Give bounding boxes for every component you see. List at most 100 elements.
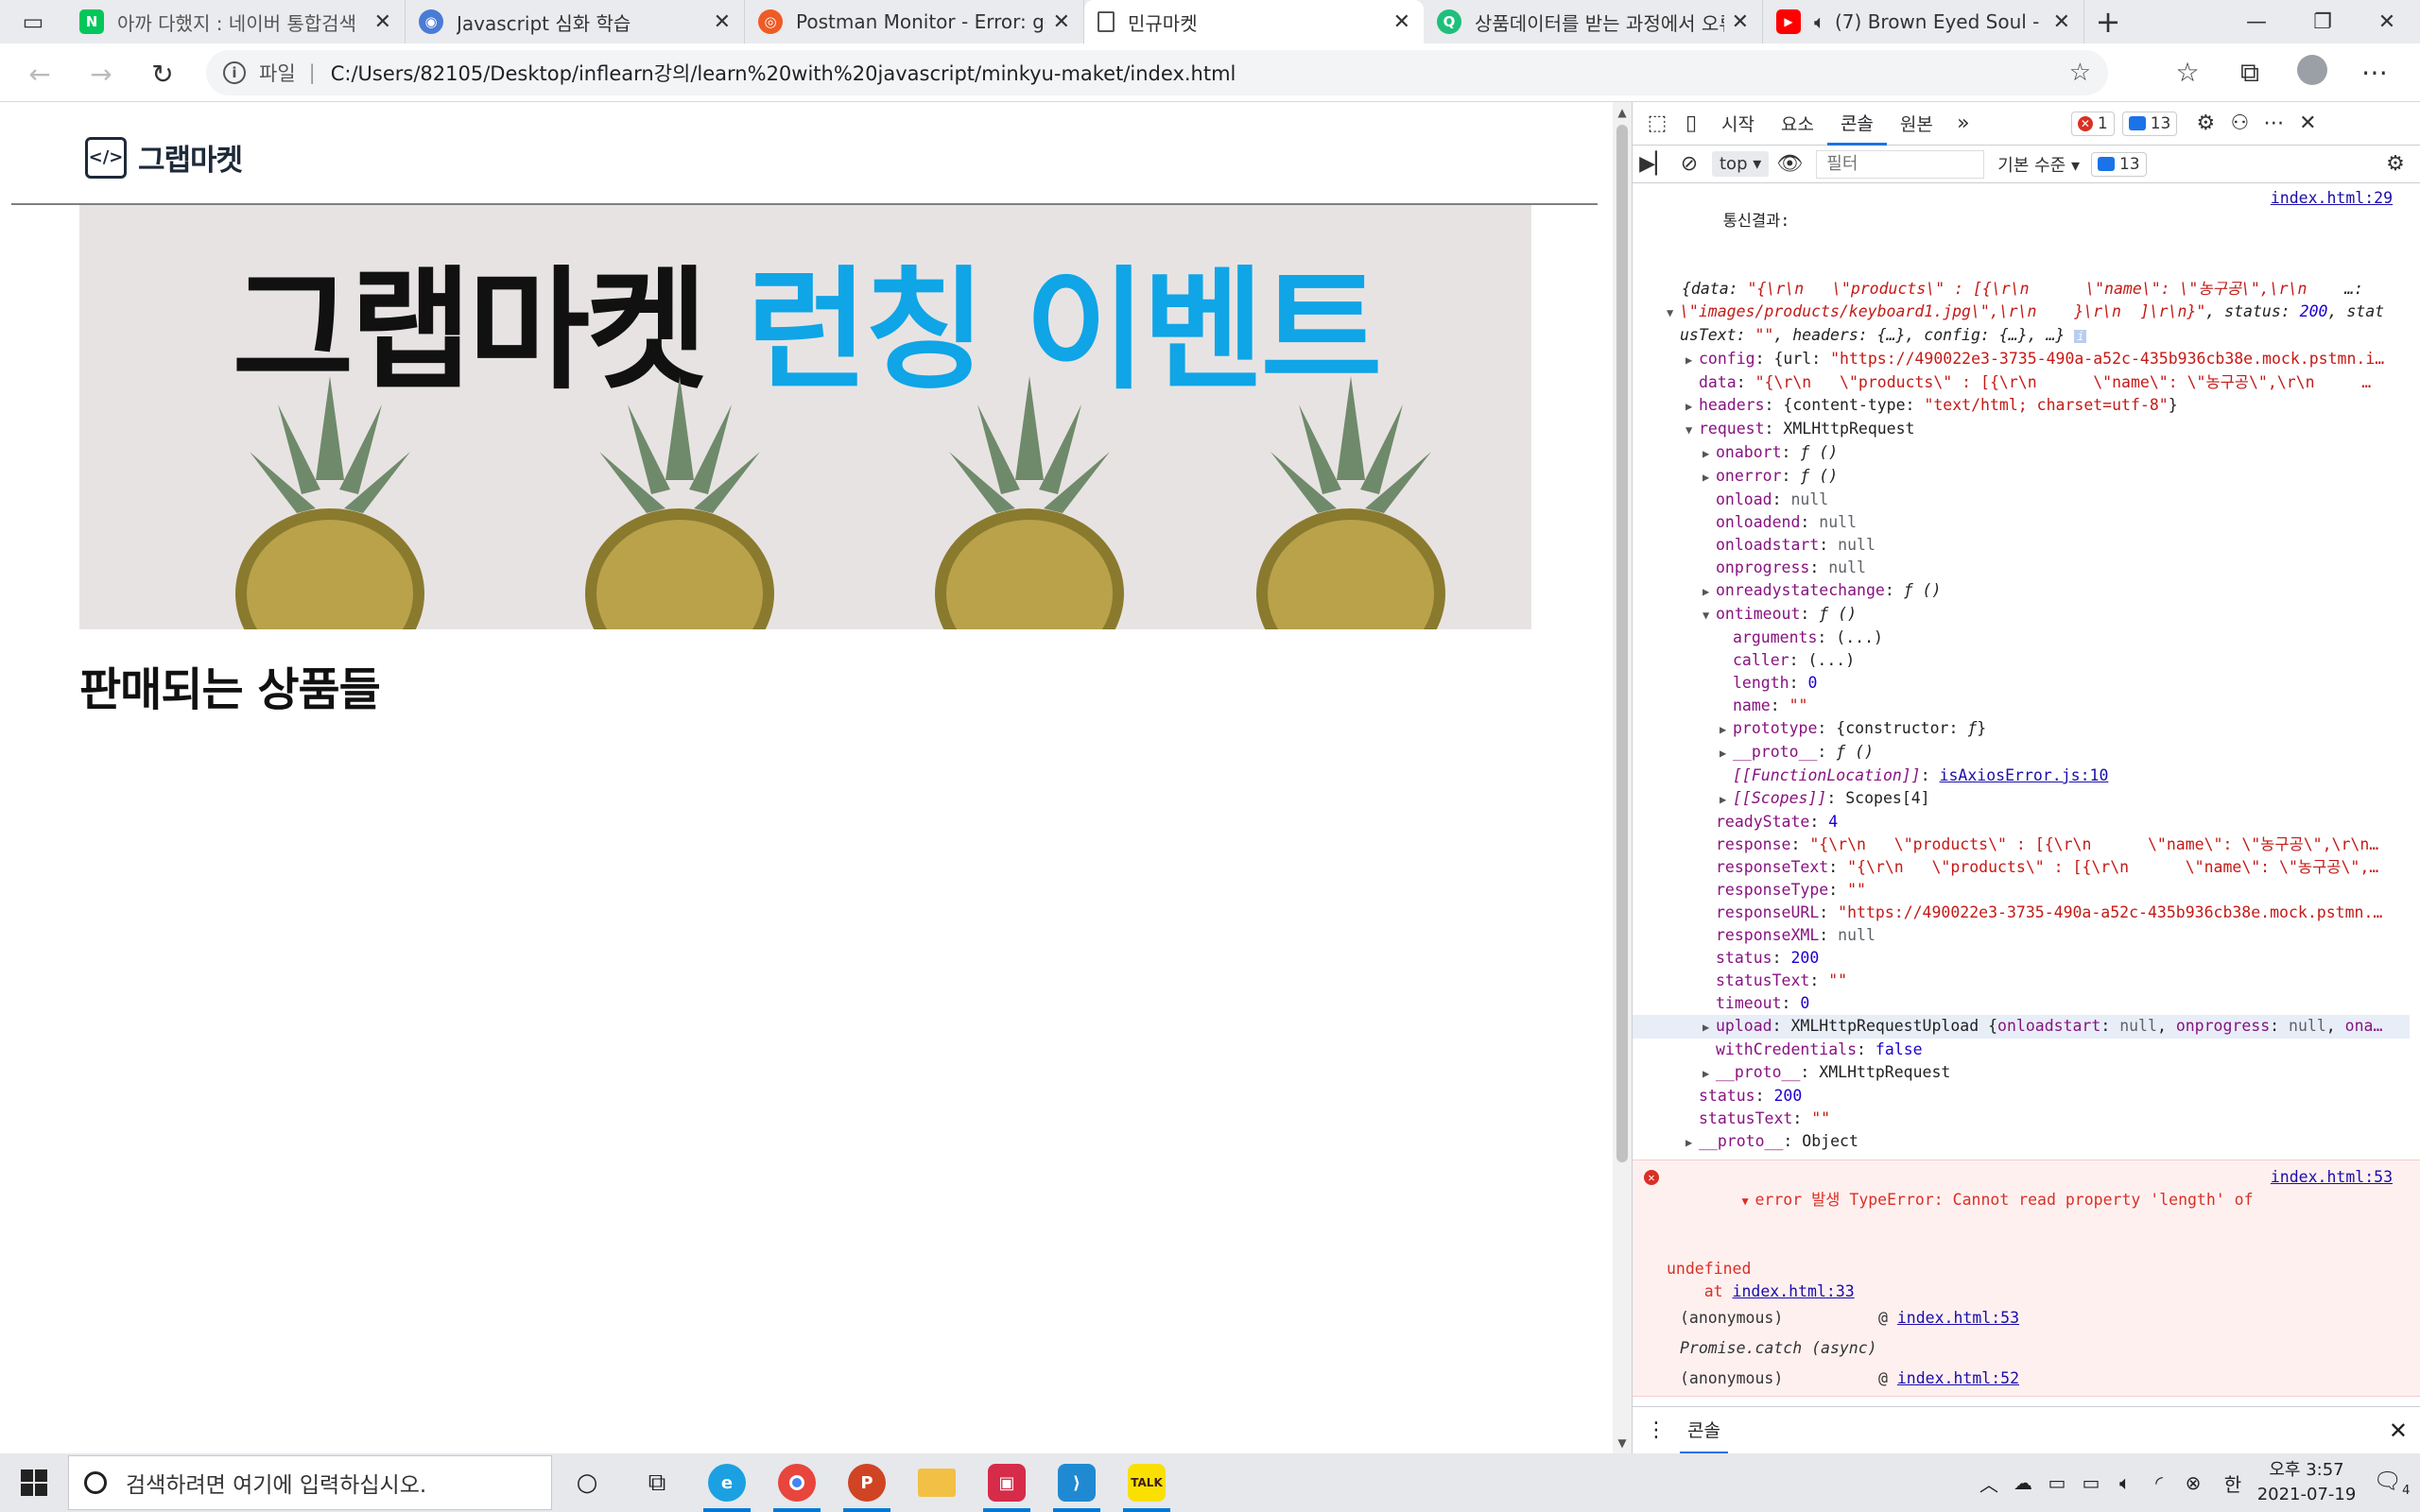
inspect-icon[interactable]: ⬚ xyxy=(1640,112,1674,135)
tab-naver[interactable]: N 아까 다했지 : 네이버 통합검색 ✕ xyxy=(66,0,406,43)
address-url[interactable]: C:/Users/82105/Desktop/inflearn강의/learn%… xyxy=(331,59,2069,87)
close-devtools-icon[interactable]: ✕ xyxy=(2290,112,2325,135)
add-favorite-icon[interactable]: ☆ xyxy=(2069,59,2091,87)
close-window-button[interactable]: ✕ xyxy=(2354,0,2420,43)
task-view-button[interactable]: ⧉ xyxy=(622,1453,692,1512)
sidebar-toggle-icon[interactable]: ▶▏ xyxy=(1638,152,1672,176)
vscode-taskbar-icon[interactable]: ⟩ xyxy=(1042,1453,1112,1512)
chrome-taskbar-icon[interactable] xyxy=(762,1453,832,1512)
restore-button[interactable]: ❐ xyxy=(2290,0,2356,43)
start-button[interactable] xyxy=(0,1453,68,1512)
taskbar-search[interactable]: 검색하려면 여기에 입력하십시오. xyxy=(68,1455,552,1510)
scroll-up-icon[interactable]: ▲ xyxy=(1613,106,1632,119)
volume-icon[interactable]: 🔈︎ xyxy=(2108,1471,2142,1494)
prop-headers[interactable]: ▶ headers: {content-type: "text/html; cha… xyxy=(1633,394,2420,418)
prop-scopes[interactable]: ▶ [[Scopes]]: Scopes[4] xyxy=(1633,787,2420,811)
source-link[interactable]: index.html:29 xyxy=(2271,187,2393,210)
info-icon[interactable]: i xyxy=(223,61,246,84)
console-settings-icon[interactable]: ⚙ xyxy=(2378,152,2412,176)
more-options-icon[interactable]: ⋯ xyxy=(2256,112,2290,135)
device-toolbar-icon[interactable]: ▯ xyxy=(1674,112,1708,135)
more-tabs-icon[interactable]: » xyxy=(1946,112,1980,135)
prop-prototype[interactable]: ▶ prototype: {constructor: ƒ} xyxy=(1633,717,2420,741)
close-icon[interactable]: ✕ xyxy=(714,10,731,34)
clear-console-icon[interactable]: ⊘ xyxy=(1672,152,1706,176)
prop-request[interactable]: ▼ request: XMLHttpRequest xyxy=(1633,418,2420,441)
ime-indicator[interactable]: 한 xyxy=(2216,1469,2250,1497)
tab-elements[interactable]: 요소 xyxy=(1768,102,1827,146)
scrollbar-thumb[interactable] xyxy=(1616,125,1628,1162)
mute-icon[interactable]: ⊗ xyxy=(2176,1471,2210,1494)
tab-inflearn-question[interactable]: Q 상품데이터를 받는 과정에서 오류 ✕ xyxy=(1424,0,1763,43)
feedback-icon[interactable]: ⚇ xyxy=(2222,112,2256,135)
prop-arguments[interactable]: arguments: (...) xyxy=(1633,627,2420,649)
message-count-badge[interactable]: 13 xyxy=(2121,111,2178,136)
prop-responsetext[interactable]: responseText: "{\r\n \"products\" : [{\r… xyxy=(1633,856,2420,879)
prop-proto-xhr[interactable]: ▶ __proto__: XMLHttpRequest xyxy=(1633,1061,2420,1085)
close-icon[interactable]: ✕ xyxy=(1393,10,1410,34)
site-logo[interactable]: </> 그랩마켓 xyxy=(85,136,243,179)
show-hidden-icons-icon[interactable]: ︿ xyxy=(1972,1469,2006,1497)
log-levels-dropdown[interactable]: 기본 수준 ▾ xyxy=(1997,152,2080,177)
close-icon[interactable]: ✕ xyxy=(1053,10,1070,34)
filter-input[interactable] xyxy=(1816,149,1985,179)
notification-center-button[interactable]: 🗨︎4 xyxy=(2363,1468,2420,1498)
edge-taskbar-icon[interactable]: e xyxy=(692,1453,762,1512)
prop-data[interactable]: data: "{\r\n \"products\" : [{\r\n \"nam… xyxy=(1633,371,2420,394)
stack-link[interactable]: index.html:53 xyxy=(1897,1309,2019,1327)
close-icon[interactable]: ✕ xyxy=(1732,10,1749,34)
close-icon[interactable]: ✕ xyxy=(374,10,391,34)
close-icon[interactable]: ✕ xyxy=(2053,10,2070,34)
prop-responseurl[interactable]: responseURL: "https://490022e3-3735-490a… xyxy=(1633,902,2420,924)
scroll-down-icon[interactable]: ▼ xyxy=(1613,1436,1632,1450)
tab-postman[interactable]: ◎ Postman Monitor - Error: getaddrinfo ✕ xyxy=(745,0,1084,43)
file-explorer-taskbar-icon[interactable] xyxy=(902,1453,972,1512)
tab-minkyu-market[interactable]: 민규마켓 ✕ xyxy=(1084,0,1424,43)
page-scrollbar[interactable]: ▲ ▼ xyxy=(1613,102,1632,1453)
context-selector[interactable]: top ▾ xyxy=(1712,151,1770,177)
cortana-button[interactable]: ○ xyxy=(552,1453,622,1512)
prop-response[interactable]: response: "{\r\n \"products\" : [{\r\n \… xyxy=(1633,833,2420,856)
stack-link[interactable]: index.html:52 xyxy=(1897,1369,2019,1387)
tab-javascript[interactable]: ◉ Javascript 심화 학습 ✕ xyxy=(406,0,745,43)
drawer-tab-console[interactable]: 콘솔 xyxy=(1680,1407,1728,1454)
clock[interactable]: 오후 3:57 2021-07-19 xyxy=(2250,1458,2363,1507)
onedrive-icon[interactable]: ☁ xyxy=(2006,1471,2040,1494)
back-button[interactable]: ← xyxy=(19,53,60,94)
function-location-link[interactable]: isAxiosError.js:10 xyxy=(1940,766,2109,784)
refresh-button[interactable]: ↻ xyxy=(142,53,183,94)
favorites-icon[interactable]: ☆ xyxy=(2169,57,2206,88)
error-at-link[interactable]: index.html:33 xyxy=(1733,1282,1855,1300)
tab-youtube[interactable]: ▶ 🔈︎ (7) Brown Eyed Soul - My Story ✕ xyxy=(1763,0,2084,43)
forward-button[interactable]: → xyxy=(80,53,122,94)
console-error-message[interactable]: ✕ ▼ error 발생 TypeError: Cannot read proper… xyxy=(1633,1160,2420,1397)
eye-icon[interactable]: 👁︎ xyxy=(1772,152,1806,176)
drawer-menu-icon[interactable]: ⋮ xyxy=(1633,1418,1680,1442)
source-link[interactable]: index.html:53 xyxy=(2271,1166,2393,1189)
network-icon[interactable]: ◜ xyxy=(2142,1471,2176,1494)
speaker-icon[interactable]: 🔈︎ xyxy=(1814,10,1825,33)
kakaotalk-taskbar-icon[interactable]: TALK xyxy=(1112,1453,1182,1512)
powerpoint-taskbar-icon[interactable]: P xyxy=(832,1453,902,1512)
tab-sources[interactable]: 원본 xyxy=(1887,102,1946,146)
collections-icon[interactable]: ⧉ xyxy=(2231,57,2269,89)
tab-welcome[interactable]: 시작 xyxy=(1708,102,1768,146)
prop-proto-object[interactable]: ▶ __proto__: Object xyxy=(1633,1130,2420,1154)
issues-badge[interactable]: 13 xyxy=(2090,151,2147,177)
profile-avatar[interactable] xyxy=(2293,55,2331,85)
prop-config[interactable]: ▶ config: {url: "https://490022e3-3735-49… xyxy=(1633,348,2420,371)
display-icon[interactable]: ▭ xyxy=(2040,1471,2074,1494)
prop-ontimeout[interactable]: ▼ ontimeout: ƒ () xyxy=(1633,603,2420,627)
gear-icon[interactable]: ⚙ xyxy=(2188,112,2222,135)
prop-upload[interactable]: ▶ upload: XMLHttpRequestUpload {onloadsta… xyxy=(1633,1015,2410,1039)
prop-onabort[interactable]: ▶ onabort: ƒ () xyxy=(1633,441,2420,465)
tab-actions-icon[interactable]: ▭ xyxy=(0,0,66,43)
new-tab-button[interactable]: + xyxy=(2084,0,2132,43)
error-count-badge[interactable]: ✕ 1 xyxy=(2070,111,2115,136)
address-bar[interactable]: i 파일 | C:/Users/82105/Desktop/inflearn강의… xyxy=(206,50,2108,95)
tab-console[interactable]: 콘솔 xyxy=(1826,102,1887,146)
console-object-preview[interactable]: ▼ \"images/products/keyboard1.jpg\",\r\n … xyxy=(1633,301,2420,324)
prop-onreadystatechange[interactable]: ▶ onreadystatechange: ƒ () xyxy=(1633,579,2420,603)
prop-caller[interactable]: caller: (...) xyxy=(1633,649,2420,672)
battery-icon[interactable]: ▭ xyxy=(2074,1471,2108,1494)
